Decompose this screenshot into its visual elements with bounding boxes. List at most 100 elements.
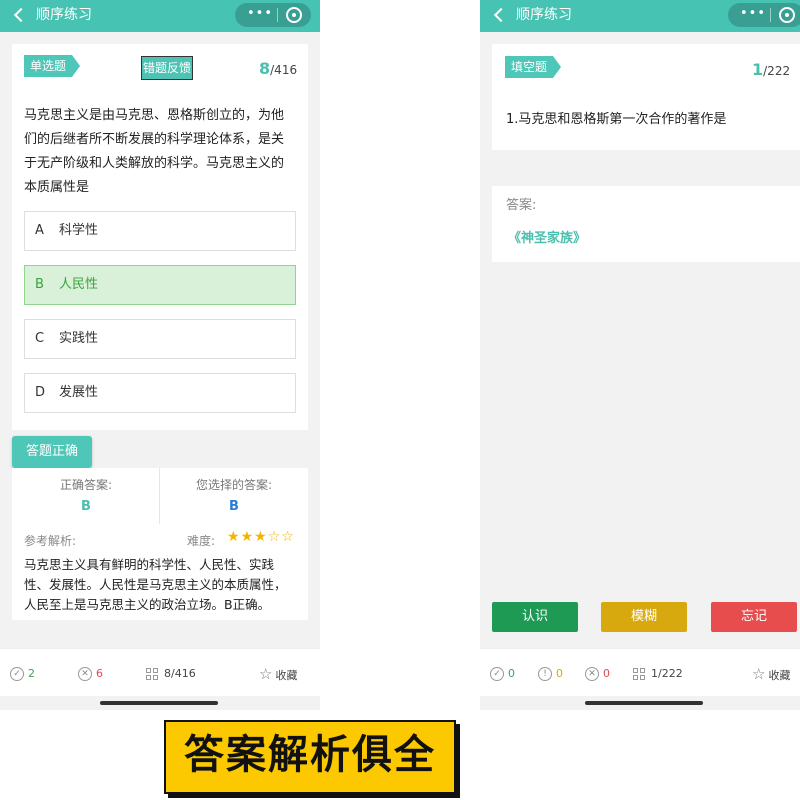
back-arrow-icon[interactable] [12,6,28,26]
know-button[interactable]: 认识 [492,602,578,632]
question-line: 们的后继者所不断发展的科学理论体系，是关 [24,132,285,147]
correct-answer-label: 正确答案: [59,478,113,492]
correct-answer-col: 正确答案: B [12,468,160,524]
option-text: 科学性 [59,223,99,238]
favorite-label: 收藏 [275,669,298,682]
answer-card [492,186,800,262]
wrong-count-value: 6 [96,667,103,680]
progress-value: 1/222 [651,667,683,680]
home-indicator [100,701,218,705]
progress-indicator[interactable]: 8/416 [146,666,196,682]
option-text: 实践性 [59,331,99,346]
grid-icon [633,668,645,680]
close-target-icon[interactable] [286,7,302,23]
page-title: 顺序练习 [36,7,92,23]
difficulty-rating: ★★★☆☆ [227,529,295,545]
capsule-divider [277,8,278,22]
question-line: 本质属性是 [24,180,90,195]
option-d[interactable]: D 发展性 [24,373,296,413]
question-text: 1.马克思和恩格斯第一次合作的著作是 [506,112,727,127]
analysis-text: 马克思主义具有鲜明的科学性、人民性、实践 性、发展性。人民性是马克思主义的本质属… [24,555,304,615]
your-answer-col: 您选择的答案: B [160,468,308,524]
check-circle-icon: ✓ [490,667,504,681]
analysis-line: 性、发展性。人民性是马克思主义的本质属性， [24,577,287,592]
top-nav-bar: 顺序练习 ••• [480,0,800,32]
star-filled-icon: ★ [240,529,255,545]
question-type-tag: 单选题 [24,55,80,77]
x-circle-icon: ✕ [78,667,92,681]
star-outline-icon: ☆ [259,665,273,683]
progress-value: 8/416 [164,667,196,680]
known-count[interactable]: ✓ 0 [490,666,515,682]
unsure-count[interactable]: ! 0 [538,666,563,682]
answer-correct-badge: 答题正确 [12,436,92,468]
option-letter: D [35,385,46,400]
option-a[interactable]: A 科学性 [24,211,296,251]
vague-button[interactable]: 模糊 [601,602,687,632]
capsule-divider [770,8,771,22]
bottom-toolbar: ✓ 0 ! 0 ✕ 0 1/222 ☆ 收藏 [480,648,800,696]
star-filled-icon: ★ [254,529,268,545]
unsure-count-value: 0 [556,667,563,680]
right-screen: 顺序练习 ••• 填空题 1/222 1.马克思和恩格斯第一次合作的著作是 答案… [480,0,800,710]
favorite-label: 收藏 [768,669,791,682]
analysis-label: 参考解析: [24,534,77,548]
star-outline-icon: ☆ [752,665,766,683]
option-c[interactable]: C 实践性 [24,319,296,359]
current-number: 1 [752,60,764,79]
option-text: 发展性 [59,385,99,400]
back-arrow-icon[interactable] [492,6,508,26]
promo-banner: 答案解析俱全 [164,720,456,794]
question-line: 马克思主义是由马克思、恩格斯创立的，为他 [24,108,285,123]
progress-indicator[interactable]: 1/222 [633,666,683,682]
mini-program-capsule: ••• [728,3,800,27]
current-number: 8 [259,59,271,78]
close-target-icon[interactable] [779,7,795,23]
known-count-value: 0 [508,667,515,680]
question-counter: 1/222 [752,60,790,79]
your-answer-value: B [229,499,239,514]
difficulty-label: 难度: [187,534,216,548]
option-letter: A [35,223,44,238]
question-line: 于无产阶级和人类解放的科学。马克思主义的 [24,156,285,171]
question-type-tag: 填空题 [505,56,561,78]
total-number: /416 [270,63,298,77]
analysis-line: 马克思主义具有鲜明的科学性、人民性、实践 [24,557,275,572]
your-answer-label: 您选择的答案: [195,478,273,492]
analysis-line: 人民至上是马克思主义的政治立场。B正确。 [24,597,271,612]
total-number: /222 [763,64,791,78]
analysis-section: 参考解析: 难度: ★★★☆☆ 马克思主义具有鲜明的科学性、人民性、实践 性、发… [12,524,308,620]
question-text: 马克思主义是由马克思、恩格斯创立的，为他 们的后继者所不断发展的科学理论体系，是… [24,104,304,200]
correct-answer-value: B [81,499,91,514]
mini-program-capsule: ••• [235,3,311,27]
favorite-button[interactable]: ☆ 收藏 [752,666,790,682]
answer-summary: 正确答案: B 您选择的答案: B [12,468,308,524]
star-filled-icon: ★ [227,529,241,545]
wrong-count[interactable]: ✕ 6 [78,666,103,682]
more-menu-icon[interactable]: ••• [740,6,766,22]
x-circle-icon: ✕ [585,667,599,681]
left-screen: 顺序练习 ••• 单选题 错题反馈 8/416 马克思主义是由马克思、恩格斯创立… [0,0,320,710]
wrong-count-value: 0 [603,667,610,680]
option-text: 人民性 [59,277,99,292]
correct-count[interactable]: ✓ 2 [10,666,35,682]
exclamation-circle-icon: ! [538,667,552,681]
wrong-count[interactable]: ✕ 0 [585,666,610,682]
option-b-selected[interactable]: B 人民性 [24,265,296,305]
option-letter: C [35,331,45,346]
bottom-toolbar: ✓ 2 ✕ 6 8/416 ☆ 收藏 [0,648,320,696]
question-counter: 8/416 [259,59,297,78]
star-empty-icon: ☆ [281,529,295,545]
check-circle-icon: ✓ [10,667,24,681]
more-menu-icon[interactable]: ••• [247,6,273,22]
answer-label: 答案: [506,198,537,213]
favorite-button[interactable]: ☆ 收藏 [259,666,297,682]
star-empty-icon: ☆ [267,529,282,545]
correct-count-value: 2 [28,667,35,680]
error-feedback-button[interactable]: 错题反馈 [141,56,193,80]
home-indicator [585,701,703,705]
page-title: 顺序练习 [516,7,572,23]
answer-value: 《神圣家族》 [508,231,587,246]
top-nav-bar: 顺序练习 ••• [0,0,320,32]
forgot-button[interactable]: 忘记 [711,602,797,632]
